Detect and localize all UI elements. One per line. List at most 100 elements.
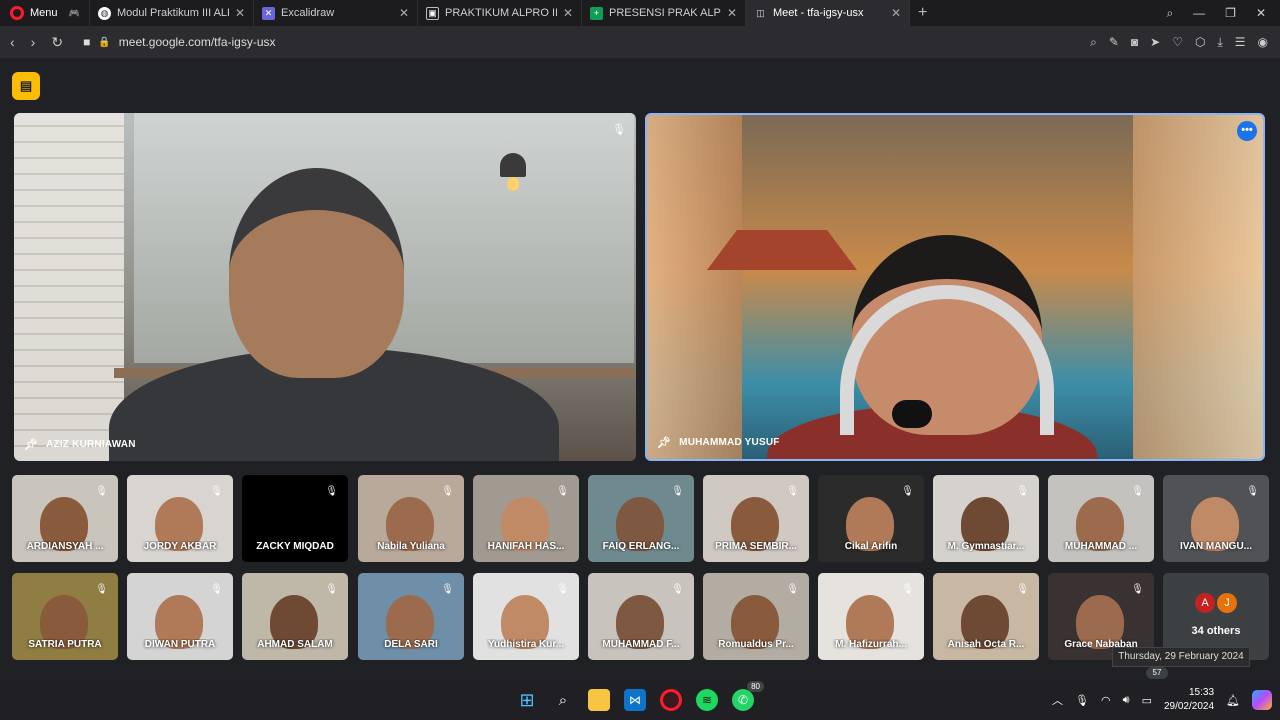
person-head bbox=[229, 168, 404, 378]
participant-name: M. Gymnastiar... bbox=[947, 541, 1025, 552]
mic-off-icon: 🎙︎ bbox=[1131, 584, 1144, 595]
participant-tile[interactable]: 🎙︎ HANIFAH HAS... bbox=[473, 475, 579, 562]
participant-name: ZACKY MIQDAD bbox=[256, 541, 334, 552]
url-field[interactable]: ■ 🔒 meet.google.com/tfa-igsy-usx bbox=[83, 35, 275, 49]
participant-tile[interactable]: 🎙︎ ARDIANSYAH ... bbox=[12, 475, 118, 562]
vscode-icon[interactable]: ⋈ bbox=[624, 689, 646, 711]
close-tab-icon[interactable]: ✕ bbox=[727, 6, 737, 20]
close-tab-icon[interactable]: ✕ bbox=[399, 6, 409, 20]
participant-tile[interactable]: 🎙︎ Nabila Yuliana bbox=[358, 475, 464, 562]
new-tab-icon[interactable]: + bbox=[918, 4, 927, 22]
back-icon[interactable]: ‹ bbox=[10, 34, 15, 51]
participant-tile[interactable]: 🎙︎ SATRIA PUTRA bbox=[12, 573, 118, 660]
forward-icon[interactable]: › bbox=[31, 34, 36, 51]
easy-setup-icon[interactable]: ☰ bbox=[1235, 35, 1246, 49]
opera-menu-button[interactable]: Menu bbox=[0, 0, 60, 26]
participant-tile[interactable]: 🎙︎ AHMAD SALAM bbox=[242, 573, 348, 660]
volume-icon[interactable]: 🔊︎ bbox=[1123, 694, 1130, 707]
minimize-icon[interactable]: — bbox=[1193, 6, 1205, 20]
chevron-up-icon[interactable]: ︿ bbox=[1052, 692, 1063, 708]
tab-game[interactable]: 🎮 bbox=[60, 0, 90, 26]
participant-tile[interactable]: 🎙︎ PRIMA SEMBIR... bbox=[703, 475, 809, 562]
speaker-name: MUHAMMAD YUSUF bbox=[679, 437, 780, 448]
send-icon[interactable]: ➤ bbox=[1150, 35, 1160, 49]
taskbar-apps: ⊞ ⌕ ⋈ ≋ ✆ 80 bbox=[516, 680, 764, 720]
participant-tile[interactable]: 🎙︎ MUHAMMAD F... bbox=[588, 573, 694, 660]
whatsapp-icon[interactable]: ✆ 80 bbox=[732, 681, 764, 711]
file-explorer-icon[interactable] bbox=[588, 689, 610, 711]
zoom-icon[interactable]: ⌕ bbox=[1090, 35, 1097, 50]
close-window-icon[interactable]: ✕ bbox=[1256, 6, 1266, 20]
pin-icon[interactable]: 📌︎ bbox=[24, 438, 38, 451]
participant-tile[interactable]: 🎙︎ FAIQ ERLANG... bbox=[588, 475, 694, 562]
others-count: 34 others bbox=[1191, 625, 1241, 637]
captions-off-icon[interactable]: ▤ bbox=[12, 72, 40, 100]
participant-name: M. Hafizurrah... bbox=[835, 639, 907, 650]
pin-icon[interactable]: 📌︎ bbox=[657, 436, 671, 449]
speaker-tile-yusuf[interactable]: ••• 📌︎ MUHAMMAD YUSUF bbox=[645, 113, 1265, 461]
close-tab-icon[interactable]: ✕ bbox=[235, 6, 245, 20]
mic-off-icon: 🎙︎ bbox=[1016, 486, 1029, 497]
system-tray: ︿ 🎙︎ ◠ 🔊︎ ▭ 15:33 29/02/2024 🔔︎ bbox=[1052, 680, 1272, 720]
mic-off-icon: 🎙︎ bbox=[325, 486, 338, 497]
battery-icon[interactable]: ▭ bbox=[1142, 694, 1152, 707]
notification-bell-icon[interactable]: 🔔︎ bbox=[1226, 694, 1240, 707]
extensions-icon[interactable]: ⬡ bbox=[1195, 35, 1205, 49]
speaker-name: AZIZ KURNIAWAN bbox=[46, 439, 136, 450]
participant-tile[interactable]: 🎙︎ M. Hafizurrah... bbox=[818, 573, 924, 660]
tab-title: Meet - tfa-igsy-usx bbox=[773, 7, 864, 19]
close-tab-icon[interactable]: ✕ bbox=[563, 6, 573, 20]
mic-off-icon: 🎙︎ bbox=[325, 584, 338, 595]
search-tabs-icon[interactable]: ⌕ bbox=[1166, 6, 1173, 21]
url-text: meet.google.com/tfa-igsy-usx bbox=[118, 35, 276, 49]
copilot-icon[interactable] bbox=[1252, 690, 1272, 710]
participant-name: HANIFAH HAS... bbox=[487, 541, 565, 552]
tab-modul-praktikum[interactable]: ◍ Modul Praktikum III ALPRO ✕ bbox=[90, 0, 254, 26]
participant-name: SATRIA PUTRA bbox=[28, 639, 102, 650]
headset-mic-icon bbox=[892, 400, 932, 428]
participant-tile[interactable]: 🎙︎ MUHAMMAD ... bbox=[1048, 475, 1154, 562]
reload-icon[interactable]: ↻ bbox=[51, 34, 63, 51]
tab-title: Excalidraw bbox=[281, 7, 335, 19]
profile-icon[interactable]: ◉ bbox=[1258, 35, 1268, 49]
participant-tile[interactable]: 🎙︎ DELA SARI bbox=[358, 573, 464, 660]
bulb-icon bbox=[507, 177, 519, 191]
snapshot-icon[interactable]: ◙ bbox=[1131, 35, 1138, 49]
participant-tile[interactable]: 🎙︎ JORDY AKBAR bbox=[127, 475, 233, 562]
speaker-tile-aziz[interactable]: 🎙︎ 📌︎ AZIZ KURNIAWAN bbox=[14, 113, 636, 461]
participant-tile[interactable]: 🎙︎ M. Gymnastiar... bbox=[933, 475, 1039, 562]
participant-name: PRIMA SEMBIR... bbox=[715, 541, 797, 552]
tab-meet[interactable]: ◫ Meet - tfa-igsy-usx ✕ bbox=[746, 0, 910, 26]
search-icon[interactable]: ⌕ bbox=[552, 689, 574, 711]
participant-name: Anisah Octa R... bbox=[947, 639, 1025, 650]
wifi-icon[interactable]: ◠ bbox=[1101, 694, 1111, 707]
participant-tile[interactable]: 🎙︎ ZACKY MIQDAD bbox=[242, 475, 348, 562]
mic-off-icon: 🎙︎ bbox=[95, 486, 108, 497]
close-tab-icon[interactable]: ✕ bbox=[891, 6, 901, 20]
tab-excalidraw[interactable]: ✕ Excalidraw ✕ bbox=[254, 0, 418, 26]
tab-praktikum-alpro[interactable]: ▣ PRAKTIKUM ALPRO II RB K ✕ bbox=[418, 0, 582, 26]
download-icon[interactable]: ⤓ bbox=[1217, 35, 1222, 50]
participant-tile[interactable]: 🎙︎ Anisah Octa R... bbox=[933, 573, 1039, 660]
spotify-icon[interactable]: ≋ bbox=[696, 689, 718, 711]
nav-controls: ‹ › ↻ bbox=[0, 34, 63, 51]
participant-name: JORDY AKBAR bbox=[143, 541, 217, 552]
participant-name: AHMAD SALAM bbox=[257, 639, 333, 650]
tab-presensi[interactable]: + PRESENSI PRAK ALPRO 2 R ✕ bbox=[582, 0, 746, 26]
windows-start-icon[interactable]: ⊞ bbox=[516, 689, 538, 711]
tab-title: PRESENSI PRAK ALPRO 2 R bbox=[609, 7, 721, 19]
microphone-icon[interactable]: 🎙︎ bbox=[1075, 694, 1089, 707]
participant-tile[interactable]: 🎙︎ IVAN MANGU... bbox=[1163, 475, 1269, 562]
maximize-icon[interactable]: ❐ bbox=[1225, 6, 1236, 20]
opera-icon[interactable] bbox=[660, 689, 682, 711]
more-options-icon[interactable]: ••• bbox=[1237, 121, 1257, 141]
participant-tile[interactable]: 🎙︎ DIWAN PUTRA bbox=[127, 573, 233, 660]
participant-name: ARDIANSYAH ... bbox=[26, 541, 104, 552]
participant-tile[interactable]: 🎙︎ Cikal Arifin bbox=[818, 475, 924, 562]
clock[interactable]: 15:33 29/02/2024 bbox=[1164, 686, 1214, 714]
tab-title: Modul Praktikum III ALPRO bbox=[117, 7, 229, 19]
participant-tile[interactable]: 🎙︎ Yudhistira Kur... bbox=[473, 573, 579, 660]
edit-icon[interactable]: ✎ bbox=[1109, 35, 1119, 49]
participant-tile[interactable]: 🎙︎ Romualdus Pr... bbox=[703, 573, 809, 660]
heart-icon[interactable]: ♡ bbox=[1172, 35, 1183, 49]
